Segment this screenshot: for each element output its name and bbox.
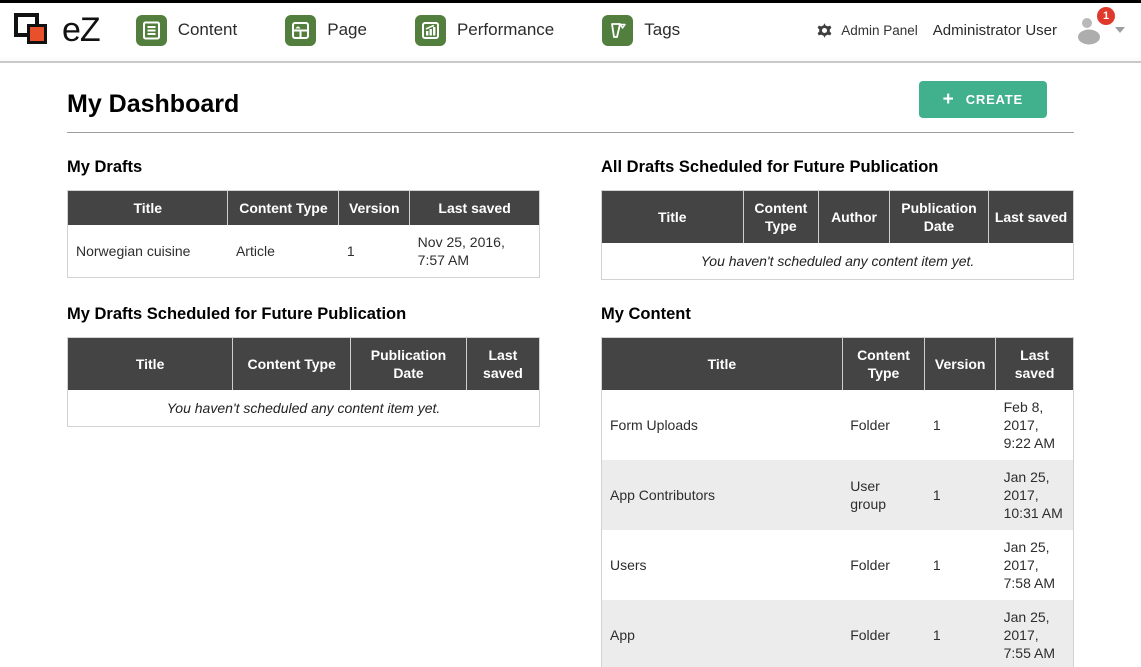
- user-menu[interactable]: Administrator User 1: [933, 14, 1125, 46]
- empty-state-message: You haven't scheduled any content item y…: [602, 243, 1074, 280]
- table-cell: User group: [842, 460, 925, 530]
- nav-label: Tags: [644, 20, 680, 40]
- table-row[interactable]: Form UploadsFolder1Feb 8, 2017, 9:22 AM: [602, 390, 1074, 460]
- table-row[interactable]: App ContributorsUser group1Jan 25, 2017,…: [602, 460, 1074, 530]
- ez-logo-text: eZ: [62, 11, 100, 50]
- widget-my-drafts-scheduled: My Drafts Scheduled for Future Publicati…: [67, 280, 540, 667]
- column-header: Version: [925, 338, 996, 391]
- table-cell: 1: [925, 530, 996, 600]
- table-cell: Folder: [842, 600, 925, 667]
- nav-item-content[interactable]: Content: [136, 15, 238, 46]
- column-header: Last saved: [989, 191, 1074, 244]
- table-cell: Jan 25, 2017, 7:58 AM: [996, 530, 1074, 600]
- table-cell: 1: [925, 600, 996, 667]
- widget-heading: My Content: [601, 305, 1074, 324]
- chevron-down-icon: [1115, 27, 1125, 33]
- main-nav: Content Page Performance Tags: [136, 15, 729, 46]
- table-cell: Jan 25, 2017, 7:55 AM: [996, 600, 1074, 667]
- column-header: Last saved: [996, 338, 1074, 391]
- nav-item-tags[interactable]: Tags: [602, 15, 680, 46]
- widget-my-drafts: My Drafts TitleContent TypeVersionLast s…: [67, 133, 540, 280]
- widget-all-drafts-scheduled: All Drafts Scheduled for Future Publicat…: [601, 133, 1074, 280]
- table-cell: Folder: [842, 530, 925, 600]
- nav-item-page[interactable]: Page: [285, 15, 367, 46]
- table-cell: Norwegian cuisine: [68, 225, 228, 278]
- column-header: Publication Date: [351, 338, 467, 391]
- table-cell: Nov 25, 2016, 7:57 AM: [410, 225, 540, 278]
- column-header: Title: [68, 191, 228, 226]
- gear-icon: [816, 22, 833, 39]
- table-header-row: TitleContent TypePublication DateLast sa…: [68, 338, 540, 391]
- performance-icon: [415, 15, 446, 46]
- table-cell: Jan 25, 2017, 10:31 AM: [996, 460, 1074, 530]
- plus-icon: +: [943, 93, 954, 107]
- table-row[interactable]: AppFolder1Jan 25, 2017, 7:55 AM: [602, 600, 1074, 667]
- nav-item-performance[interactable]: Performance: [415, 15, 554, 46]
- dashboard-grid: My Drafts TitleContent TypeVersionLast s…: [67, 133, 1074, 667]
- column-header: Last saved: [466, 338, 539, 391]
- table-cell: Users: [602, 530, 843, 600]
- table-header-row: TitleContent TypeVersionLast saved: [602, 338, 1074, 391]
- table-cell: Article: [228, 225, 339, 278]
- empty-state-message: You haven't scheduled any content item y…: [68, 390, 540, 427]
- column-header: Version: [339, 191, 410, 226]
- ez-logo-icon: [14, 11, 60, 49]
- column-header: Content Type: [233, 338, 351, 391]
- nav-label: Content: [178, 20, 238, 40]
- column-header: Title: [602, 338, 843, 391]
- table-cell: Feb 8, 2017, 9:22 AM: [996, 390, 1074, 460]
- create-button[interactable]: + CREATE: [919, 81, 1047, 118]
- admin-panel-label: Admin Panel: [841, 23, 918, 38]
- table-header-row: TitleContent TypeAuthorPublication DateL…: [602, 191, 1074, 244]
- ez-logo[interactable]: eZ: [14, 11, 100, 50]
- page-head: My Dashboard + CREATE: [67, 63, 1074, 133]
- notification-badge: 1: [1097, 7, 1115, 25]
- table-row[interactable]: Norwegian cuisineArticle1Nov 25, 2016, 7…: [68, 225, 540, 278]
- column-header: Content Type: [743, 191, 819, 244]
- column-header: Publication Date: [889, 191, 988, 244]
- widget-my-content: My Content TitleContent TypeVersionLast …: [601, 280, 1074, 667]
- user-name: Administrator User: [933, 22, 1057, 39]
- page-icon: [285, 15, 316, 46]
- table-row[interactable]: UsersFolder1Jan 25, 2017, 7:58 AM: [602, 530, 1074, 600]
- column-header: Content Type: [228, 191, 339, 226]
- empty-state-row: You haven't scheduled any content item y…: [68, 390, 540, 427]
- widget-heading: All Drafts Scheduled for Future Publicat…: [601, 158, 1074, 177]
- table-cell: 1: [339, 225, 410, 278]
- column-header: Title: [68, 338, 233, 391]
- dashboard-page: My Dashboard + CREATE My Drafts TitleCon…: [0, 63, 1141, 667]
- empty-state-row: You haven't scheduled any content item y…: [602, 243, 1074, 280]
- my-drafts-table: TitleContent TypeVersionLast saved Norwe…: [67, 190, 540, 278]
- app-header: eZ Content Page Performance Tags: [0, 3, 1141, 57]
- table-cell: Folder: [842, 390, 925, 460]
- column-header: Title: [602, 191, 744, 244]
- nav-label: Page: [327, 20, 367, 40]
- admin-panel-link[interactable]: Admin Panel: [816, 22, 918, 39]
- table-cell: 1: [925, 460, 996, 530]
- widget-heading: My Drafts: [67, 158, 540, 177]
- all-drafts-scheduled-table: TitleContent TypeAuthorPublication DateL…: [601, 190, 1074, 280]
- tags-icon: [602, 15, 633, 46]
- table-cell: App Contributors: [602, 460, 843, 530]
- avatar: 1: [1073, 14, 1107, 46]
- widget-heading: My Drafts Scheduled for Future Publicati…: [67, 305, 540, 324]
- table-cell: Form Uploads: [602, 390, 843, 460]
- content-icon: [136, 15, 167, 46]
- column-header: Last saved: [410, 191, 540, 226]
- column-header: Author: [819, 191, 890, 244]
- table-header-row: TitleContent TypeVersionLast saved: [68, 191, 540, 226]
- table-cell: 1: [925, 390, 996, 460]
- nav-label: Performance: [457, 20, 554, 40]
- create-button-label: CREATE: [966, 92, 1023, 107]
- my-drafts-scheduled-table: TitleContent TypePublication DateLast sa…: [67, 337, 540, 427]
- column-header: Content Type: [842, 338, 925, 391]
- my-content-table: TitleContent TypeVersionLast saved Form …: [601, 337, 1074, 667]
- table-cell: App: [602, 600, 843, 667]
